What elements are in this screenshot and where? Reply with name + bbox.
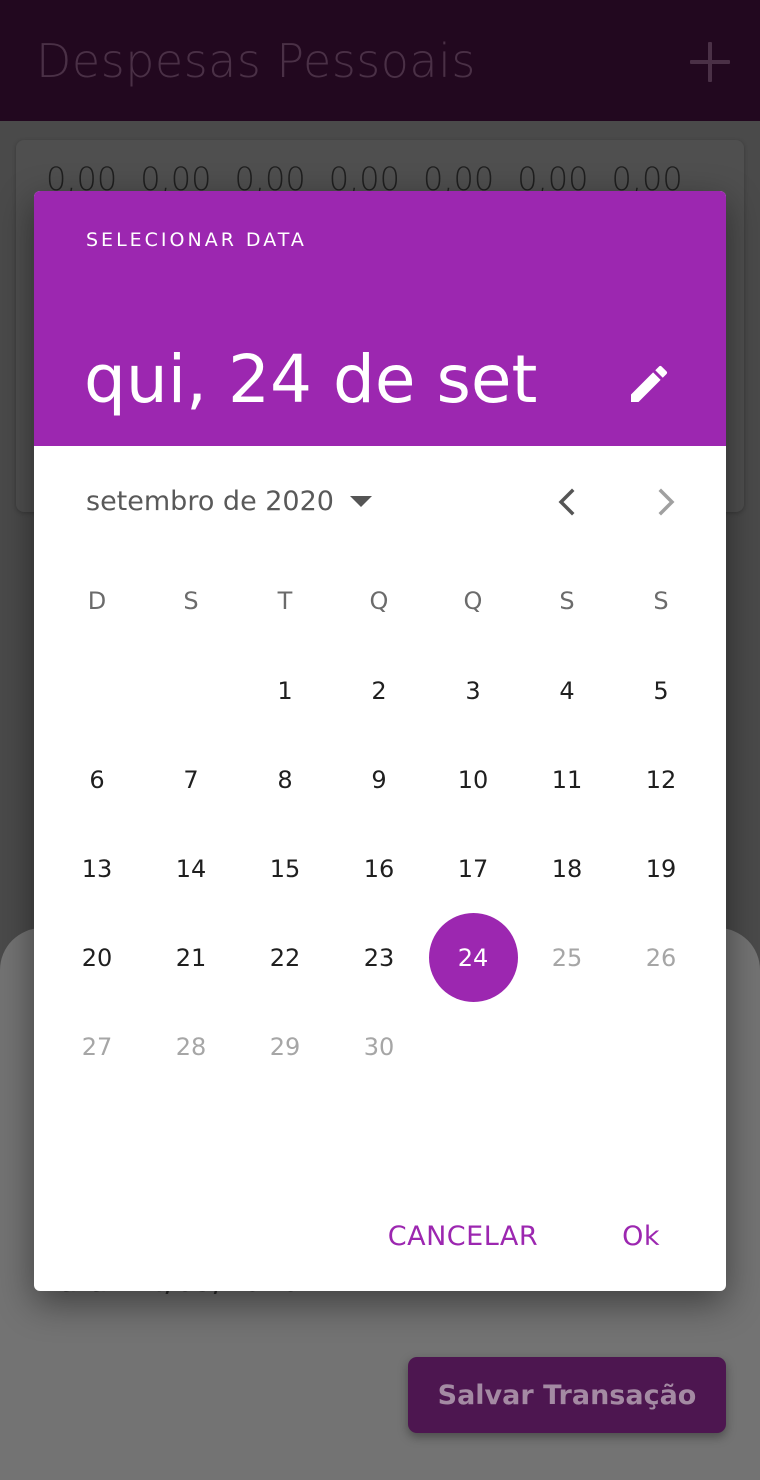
weekday-label: Q (463, 587, 483, 615)
calendar-day-disabled: 30 (332, 1002, 426, 1091)
selected-date-display: qui, 24 de set (84, 341, 538, 418)
calendar-day-number: 20 (81, 943, 113, 972)
date-picker-caption: SELECIONAR DATA (86, 229, 307, 251)
calendar-day[interactable]: 17 (426, 824, 520, 913)
calendar-day[interactable]: 5 (614, 646, 708, 735)
calendar-day-disabled: 29 (238, 1002, 332, 1091)
calendar-day[interactable]: 13 (50, 824, 144, 913)
calendar-day[interactable]: 18 (520, 824, 614, 913)
dialog-actions: CANCELAR Ok (356, 1211, 726, 1261)
calendar-day[interactable]: 12 (614, 735, 708, 824)
calendar-day-number: 27 (81, 1032, 113, 1061)
calendar-day[interactable]: 8 (238, 735, 332, 824)
pencil-icon[interactable] (625, 360, 673, 408)
calendar-day-number: 19 (645, 854, 677, 883)
month-year-label: setembro de 2020 (86, 485, 334, 517)
calendar-day[interactable]: 19 (614, 824, 708, 913)
calendar-day-number: 23 (363, 943, 395, 972)
calendar-day-number: 24 (457, 943, 489, 972)
ok-button[interactable]: Ok (570, 1221, 726, 1252)
weekday-label: S (559, 587, 575, 615)
calendar-day-number: 14 (175, 854, 207, 883)
app-bar: Despesas Pessoais (0, 0, 760, 121)
calendar-day[interactable]: 10 (426, 735, 520, 824)
weekday-label: D (87, 587, 107, 615)
plus-icon[interactable] (690, 42, 730, 82)
calendar-day-number: 30 (363, 1032, 395, 1061)
calendar-day[interactable]: 20 (50, 913, 144, 1002)
calendar-day-number: 21 (175, 943, 207, 972)
calendar-day-number: 15 (269, 854, 301, 883)
save-transaction-button[interactable]: Salvar Transação (408, 1357, 726, 1433)
calendar-day-disabled: 28 (144, 1002, 238, 1091)
calendar-day[interactable]: 2 (332, 646, 426, 735)
calendar-day-number: 4 (559, 676, 575, 705)
calendar-day[interactable]: 3 (426, 646, 520, 735)
calendar-day[interactable]: 9 (332, 735, 426, 824)
calendar-day-number: 8 (277, 765, 293, 794)
calendar-day[interactable]: 14 (144, 824, 238, 913)
calendar-empty-cell (50, 646, 144, 735)
calendar-day-number: 12 (645, 765, 677, 794)
calendar-day-number: 17 (457, 854, 489, 883)
calendar-day-disabled: 27 (50, 1002, 144, 1091)
chevron-left-icon[interactable] (549, 482, 583, 522)
calendar-day[interactable]: 7 (144, 735, 238, 824)
calendar-day-number: 28 (175, 1032, 207, 1061)
calendar-day[interactable]: 11 (520, 735, 614, 824)
calendar-day-number: 29 (269, 1032, 301, 1061)
calendar-day-number: 13 (81, 854, 113, 883)
weekday-label: Q (369, 587, 389, 615)
calendar-day-number: 26 (645, 943, 677, 972)
cancel-button[interactable]: CANCELAR (356, 1221, 570, 1252)
dropdown-caret-icon (349, 495, 372, 507)
calendar-day-number: 7 (183, 765, 199, 794)
calendar-day-number: 5 (653, 676, 669, 705)
calendar-day[interactable]: 23 (332, 913, 426, 1002)
calendar-day-disabled: 26 (614, 913, 708, 1002)
calendar-day[interactable]: 6 (50, 735, 144, 824)
calendar-empty-cell (144, 646, 238, 735)
calendar-day[interactable]: 21 (144, 913, 238, 1002)
calendar-day-number: 16 (363, 854, 395, 883)
calendar-day-selected[interactable]: 24 (426, 913, 520, 1002)
calendar-day-number: 11 (551, 765, 583, 794)
calendar-day[interactable]: 4 (520, 646, 614, 735)
calendar-day[interactable]: 16 (332, 824, 426, 913)
calendar-day-disabled: 25 (520, 913, 614, 1002)
weekday-label: S (653, 587, 669, 615)
calendar-day-number: 25 (551, 943, 583, 972)
date-picker-dialog: SELECIONAR DATA qui, 24 de set setembro … (34, 191, 726, 1291)
calendar-days-grid: 1 2 3 4 5 6 7 8 9 10 11 12 13 14 15 16 17 18 19 20 21 22 23 24 2… (50, 646, 710, 1091)
calendar-day-number: 18 (551, 854, 583, 883)
weekday-header: D S T Q Q S S (50, 581, 710, 621)
calendar-day-number: 6 (89, 765, 105, 794)
app-title: Despesas Pessoais (36, 34, 476, 88)
calendar-day-number: 2 (371, 676, 387, 705)
calendar-day-number: 1 (277, 676, 293, 705)
weekday-label: S (183, 587, 199, 615)
chevron-right-icon[interactable] (650, 482, 684, 522)
weekday-label: T (277, 587, 293, 615)
calendar-day[interactable]: 1 (238, 646, 332, 735)
calendar-day-number: 3 (465, 676, 481, 705)
calendar-day[interactable]: 15 (238, 824, 332, 913)
calendar-day-number: 9 (371, 765, 387, 794)
calendar-day-number: 22 (269, 943, 301, 972)
calendar-day[interactable]: 22 (238, 913, 332, 1002)
month-year-selector[interactable]: setembro de 2020 (86, 481, 372, 521)
calendar-day-number: 10 (457, 765, 489, 794)
date-picker-header: SELECIONAR DATA qui, 24 de set (34, 191, 726, 446)
